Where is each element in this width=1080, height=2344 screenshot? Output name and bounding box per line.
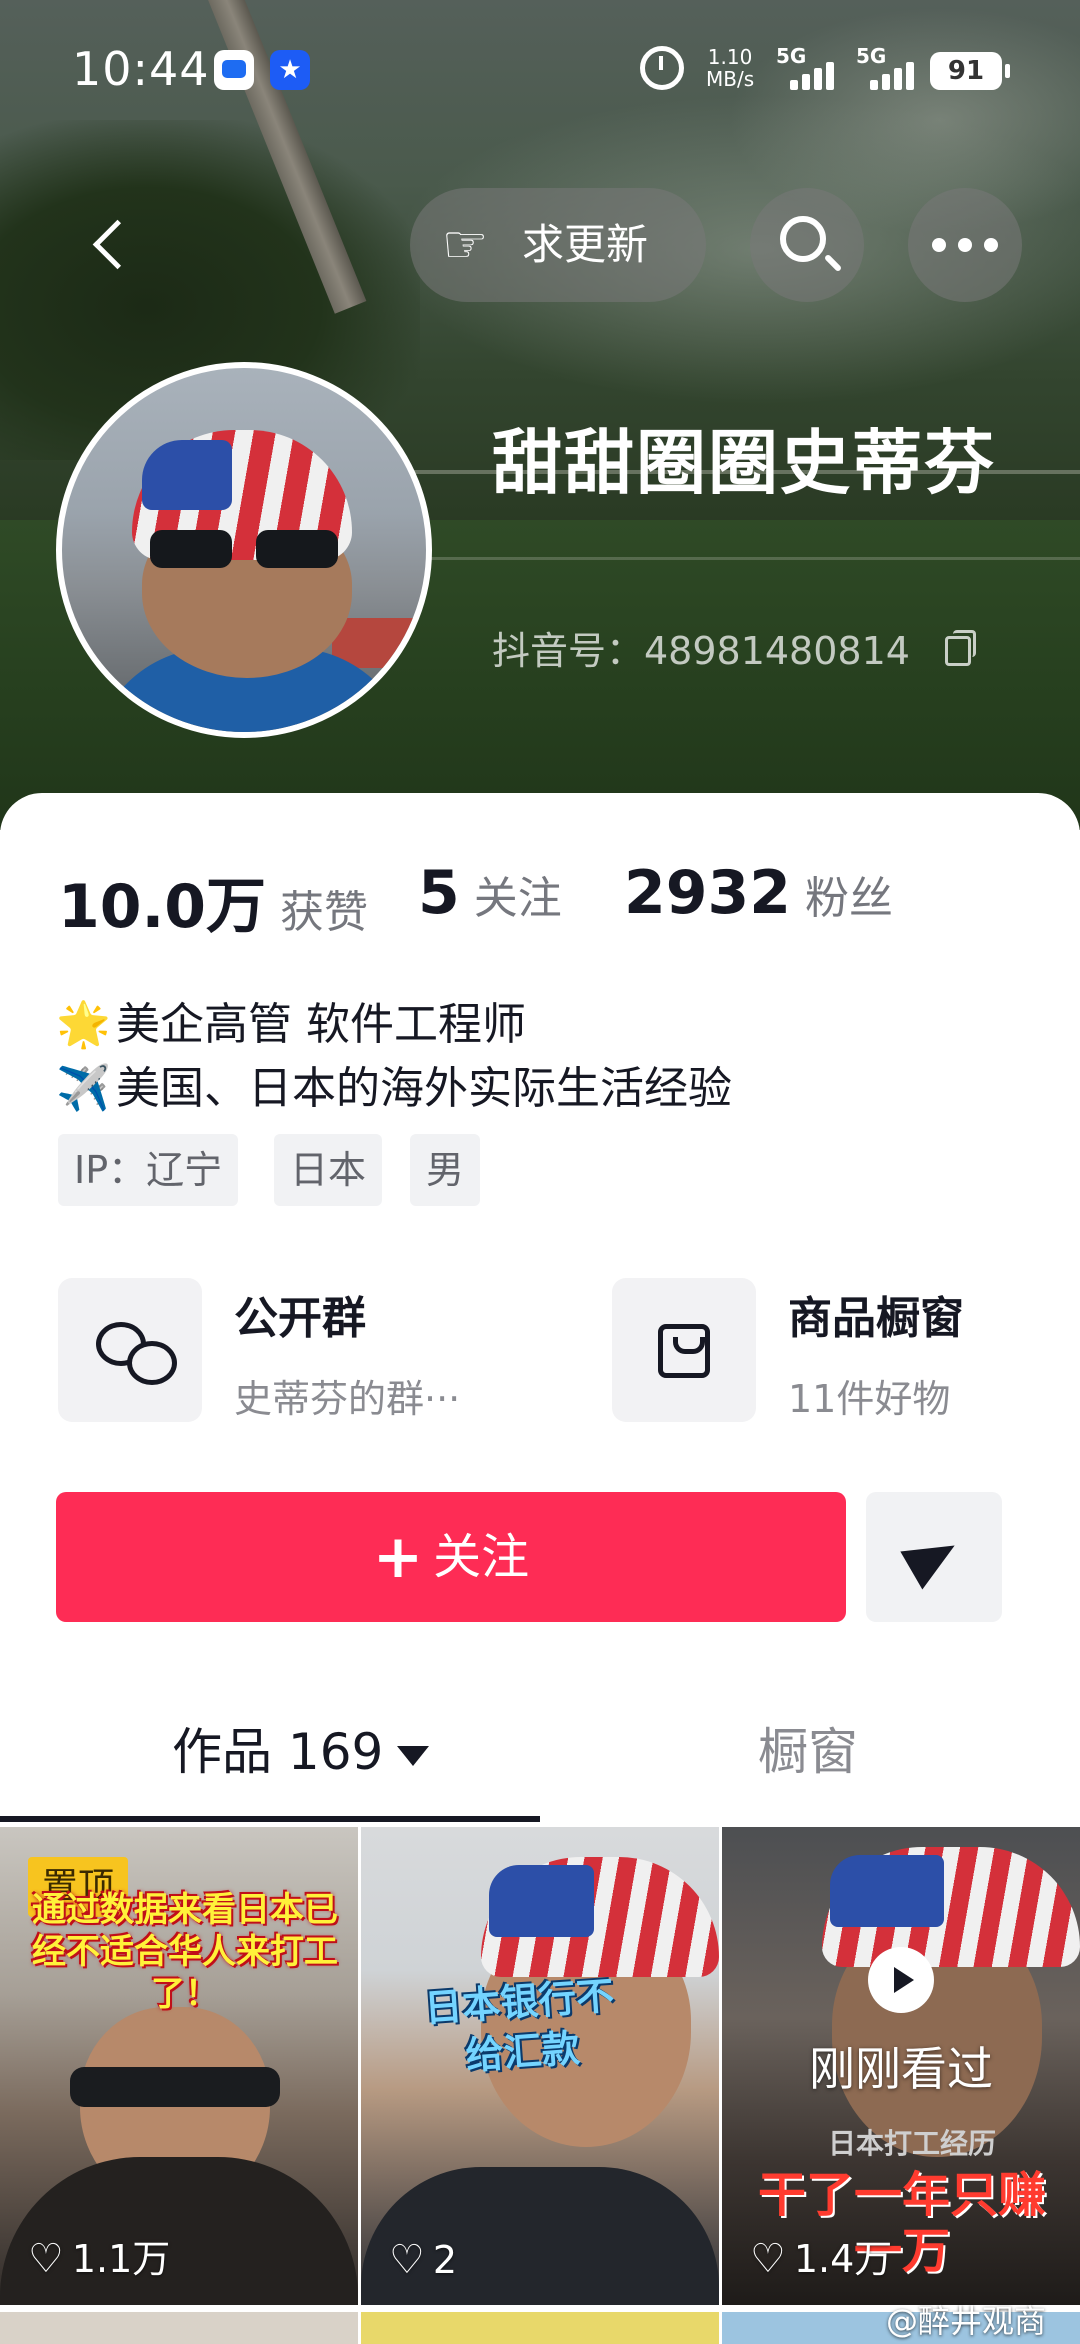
back-button[interactable] [78,205,138,285]
notification-app-icon-2 [270,50,310,90]
network-speed-value: 1.10 [707,45,753,69]
video-tile[interactable]: 置顶 通过数据来看日本已经不适合华人来打工了！ ♡ 1.1万 [0,1827,358,2305]
video-likes: ♡ 2 [389,2237,457,2283]
public-group-entry[interactable]: 公开群 史蒂芬的群··· [58,1278,478,1422]
video-like-count: 1.4万 [793,2237,893,2281]
more-button[interactable] [908,188,1022,302]
video-tile[interactable]: 刚刚看过 日本打工经历 干了一年只赚一万 ♡ 1.4万 [722,1827,1080,2305]
video-caption: 通过数据来看日本已经不适合华人来打工了！ [32,1890,338,2014]
share-button[interactable] [866,1492,1002,1622]
chat-bubbles-icon [96,1322,177,1385]
group-icon-box [58,1278,202,1422]
copy-icon[interactable] [945,630,977,666]
shop-window-title: 商品橱窗 [788,1293,964,1344]
tag-location: 日本 [274,1134,383,1206]
following-count: 5 [418,858,460,928]
video-like-count: 2 [432,2238,458,2282]
tag-gender: 男 [410,1134,481,1206]
shop-window-entry[interactable]: 商品橱窗 11件好物 [612,1278,1032,1422]
plus-icon: + [372,1522,424,1592]
request-update-button[interactable]: ☞ 求更新 [410,188,706,302]
video-caption: 日本银行不给汇款 [422,1973,616,2078]
network-speed-unit: MB/s [706,67,755,91]
douyin-id[interactable]: 抖音号：48981480814 [492,620,910,675]
status-bar: 10:44 1.10 MB/s 5G 5G 91 [0,36,1080,106]
stat-followers[interactable]: 2932 粉丝 [624,858,893,928]
bio-text-2: 美国、日本的海外实际生活经验 [116,1063,732,1114]
signal-label: 5G [776,44,807,68]
tab-works-label: 作品 169 [172,1723,384,1781]
search-icon [780,216,826,262]
heart-icon: ♡ [28,2236,64,2282]
avatar[interactable] [56,362,432,738]
followers-count: 2932 [624,858,791,928]
signal-label-2: 5G [856,44,887,68]
public-group-subtitle: 史蒂芬的群··· [234,1377,461,1421]
more-icon [932,238,998,252]
hand-point-icon: ☞ [441,215,489,275]
signal-icon: 5G [776,44,846,94]
video-like-count: 1.1万 [71,2237,171,2281]
follow-label: 关注 [433,1529,530,1585]
airplane-icon: ✈️ [56,1063,111,1114]
bio-line-1: 🌟 美企高管 软件工程师 [56,988,526,1052]
likes-label: 获赞 [280,887,369,938]
shop-window-subtitle: 11件好物 [788,1377,951,1421]
shopping-bag-icon [658,1324,710,1378]
request-update-label: 求更新 [522,220,649,269]
network-speed: 1.10 MB/s [706,46,754,90]
video-caption-top: 日本打工经历 [827,2127,996,2160]
bio-text-1: 美企高管 软件工程师 [116,999,526,1050]
video-tile-partial[interactable] [0,2312,358,2344]
heart-icon: ♡ [389,2237,425,2283]
video-tile[interactable]: 日本银行不给汇款 ♡ 2 [361,1827,719,2305]
follow-button[interactable]: + 关注 [56,1492,846,1622]
tab-shop-window[interactable]: 橱窗 [758,1712,858,1792]
recently-watched-label: 刚刚看过 [809,2042,993,2096]
public-group-title: 公开群 [234,1293,366,1344]
star-icon: 🌟 [56,999,111,1050]
likes-count: 10.0万 [58,872,267,942]
bio-line-2: ✈️ 美国、日本的海外实际生活经验 [56,1052,732,1116]
alarm-icon [640,46,684,90]
shop-icon-box [612,1278,756,1422]
profile-name: 甜甜圈圈史蒂芬 [492,422,996,504]
stat-following[interactable]: 5 关注 [418,858,562,928]
heart-icon: ♡ [750,2236,786,2282]
notification-app-icon [214,50,254,90]
followers-label: 粉丝 [805,873,893,924]
video-tile-partial[interactable] [361,2312,719,2344]
video-likes: ♡ 1.4万 [750,2228,892,2283]
recently-watched-overlay: 刚刚看过 [722,1947,1080,2099]
tab-works[interactable]: 作品 169 [172,1712,430,1792]
battery-icon: 91 [930,52,1010,90]
status-time: 10:44 [72,42,210,96]
send-icon [900,1526,966,1590]
tag-ip-location: IP：辽宁 [58,1134,239,1206]
search-button[interactable] [750,188,864,302]
play-icon [868,1947,934,2013]
tab-indicator [0,1816,540,1822]
caret-down-icon [397,1745,430,1766]
video-likes: ♡ 1.1万 [28,2228,170,2283]
signal-icon-2: 5G [856,44,926,94]
stat-likes[interactable]: 10.0万 获赞 [58,858,368,945]
following-label: 关注 [473,873,562,924]
watermark: @醉井观商 [886,2302,1047,2340]
